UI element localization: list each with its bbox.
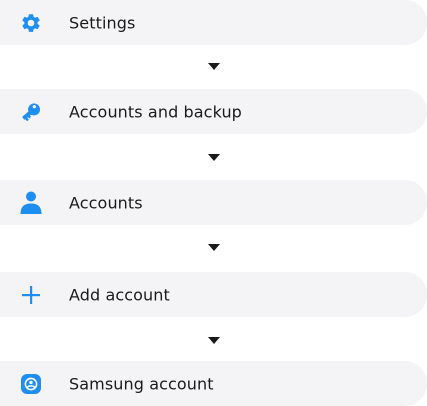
step-add-account-label: Add account xyxy=(69,285,170,304)
step-add-account[interactable]: Add account xyxy=(0,272,427,317)
plus-icon xyxy=(18,282,44,308)
step-accounts-and-backup-label: Accounts and backup xyxy=(69,102,242,121)
person-icon xyxy=(18,190,44,216)
step-accounts-label: Accounts xyxy=(69,193,143,212)
step-settings-label: Settings xyxy=(69,13,136,32)
step-accounts[interactable]: Accounts xyxy=(0,180,427,225)
samsung-account-icon xyxy=(18,371,44,397)
key-icon xyxy=(18,99,44,125)
step-samsung-account-label: Samsung account xyxy=(69,374,214,393)
step-samsung-account[interactable]: Samsung account xyxy=(0,361,427,406)
arrow-down-icon xyxy=(208,244,220,251)
arrow-down-icon xyxy=(208,63,220,70)
step-accounts-and-backup[interactable]: Accounts and backup xyxy=(0,89,427,134)
gear-icon xyxy=(18,10,44,36)
arrow-down-icon xyxy=(208,154,220,161)
step-settings[interactable]: Settings xyxy=(0,0,427,45)
arrow-down-icon xyxy=(208,337,220,344)
